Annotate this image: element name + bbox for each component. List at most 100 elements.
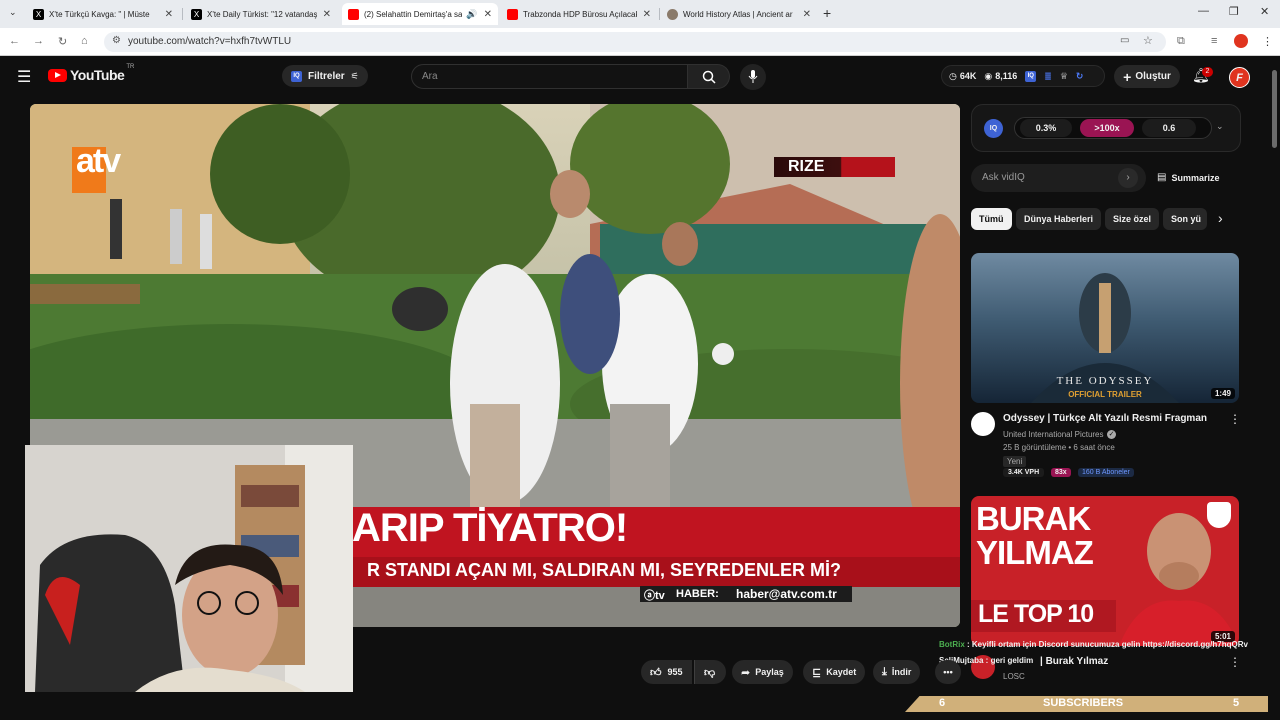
x-icon: X <box>33 8 44 20</box>
menu-dots-icon[interactable]: ⋮ <box>1262 35 1273 48</box>
news-headline: ARIP TİYATRO! <box>352 506 628 550</box>
recommendation-thumbnail[interactable]: THE ODYSSEY OFFICIAL TRAILER 1:49 <box>971 253 1239 403</box>
save-label: Kaydet <box>826 667 857 677</box>
news-brand: HABER: <box>676 588 719 600</box>
voice-search-button[interactable] <box>740 64 766 90</box>
more-options-icon[interactable]: ⋮ <box>1229 412 1241 426</box>
recommendation-title[interactable]: Odyssey | Türkçe Alt Yazılı Resmi Fragma… <box>1003 413 1223 424</box>
search-button[interactable] <box>688 64 730 89</box>
browser-tab-1[interactable]: X X'te Türkçü Kavga: " | Müste ✕ <box>27 3 179 25</box>
club-badge <box>1207 502 1231 528</box>
more-horizontal-icon: ••• <box>943 667 953 677</box>
browser-tab-2[interactable]: X X'te Daily Türkist: "12 vatandaş ✕ <box>185 3 337 25</box>
ask-vidiq-input[interactable]: Ask vidIQ › <box>971 164 1146 192</box>
browser-tab-4[interactable]: Trabzonda HDP Bürosu Açılacak ✕ <box>501 3 657 25</box>
filters-button[interactable]: IQ Filtreler ⚟ <box>282 65 368 87</box>
summarize-button[interactable]: ▤ Summarize <box>1157 172 1219 183</box>
trophy-icon[interactable]: ♕ <box>1060 71 1068 82</box>
dislike-button[interactable]: 👎︎ <box>694 660 726 684</box>
save-button[interactable]: ⊑ Kaydet <box>803 660 866 684</box>
recommendation-thumbnail[interactable]: BURAK YILMAZ LE TOP 10 5:01 <box>971 496 1239 646</box>
news-email: haber@atv.com.tr <box>736 587 837 601</box>
maximize-icon[interactable]: ❐ <box>1229 5 1239 18</box>
thumb-title: THE ODYSSEY <box>1056 375 1154 387</box>
reading-list-icon[interactable]: ≡ <box>1211 35 1217 47</box>
share-button[interactable]: ➦ Paylaş <box>732 660 793 684</box>
browser-tab-5[interactable]: World History Atlas | Ancient ar ✕ <box>661 3 817 25</box>
refresh-icon[interactable]: ↻ <box>1076 71 1084 82</box>
close-tab-icon[interactable]: ✕ <box>803 9 811 20</box>
close-tab-icon[interactable]: ✕ <box>643 9 651 20</box>
more-actions-button[interactable]: ••• <box>935 660 961 684</box>
recommendation-title[interactable]: | Burak Yılmaz <box>1040 656 1108 667</box>
subs-label: SUBSCRIBERS <box>1043 697 1124 709</box>
chip-recent[interactable]: Son yü <box>1163 208 1207 230</box>
youtube-icon <box>348 8 359 20</box>
chevron-down-icon[interactable]: ⌄ <box>1216 121 1224 132</box>
create-button[interactable]: + Oluştur <box>1114 65 1180 88</box>
more-options-icon[interactable]: ⋮ <box>1229 655 1241 669</box>
list-icon[interactable]: ≣ <box>1044 71 1052 82</box>
hamburger-menu-icon[interactable]: ☰ <box>17 67 31 87</box>
install-app-icon[interactable]: ▭ <box>1120 35 1129 46</box>
x-icon: X <box>191 8 202 20</box>
chips-next-icon[interactable]: › <box>1218 210 1223 226</box>
youtube-logo[interactable]: YouTube TR <box>48 64 134 83</box>
location-tag-text: RIZE <box>788 158 825 175</box>
new-tab-button[interactable]: + <box>823 5 831 21</box>
avatar[interactable]: F <box>1229 67 1250 88</box>
vidiq-badge[interactable]: IQ <box>984 119 1003 138</box>
create-label: Oluştur <box>1135 71 1171 82</box>
extensions-icon[interactable]: ⧉ <box>1177 35 1185 48</box>
channel-avatar[interactable] <box>971 412 995 436</box>
globe-icon <box>667 8 678 20</box>
close-window-icon[interactable]: ✕ <box>1260 5 1269 18</box>
bookmark-star-icon[interactable]: ☆ <box>1143 34 1153 47</box>
vidiq-icon[interactable]: IQ <box>1025 70 1037 82</box>
tab-title: X'te Türkçü Kavga: " | Müste <box>49 9 150 19</box>
forward-icon[interactable]: → <box>33 35 44 47</box>
address-bar[interactable]: ⚙ youtube.com/watch?v=hxfh7tvWTLU ▭ ☆ <box>104 32 1166 52</box>
vidiq-score-bar: IQ 0.3% >100x 0.6 ⌄ <box>971 104 1241 152</box>
thumb-caption: LE TOP 10 <box>978 600 1094 628</box>
chip-all[interactable]: Tümü <box>971 208 1012 230</box>
plus-icon: + <box>1123 68 1132 85</box>
chip-world-news[interactable]: Dünya Haberleri <box>1016 208 1102 230</box>
like-button[interactable]: 👍︎ 955 <box>641 660 692 684</box>
audio-playing-icon[interactable]: 🔊 <box>466 9 477 20</box>
home-icon[interactable]: ⌂ <box>81 35 88 47</box>
profile-icon[interactable] <box>1234 34 1248 48</box>
webcam-overlay <box>25 445 353 692</box>
bookmark-icon: ⊑ <box>812 666 822 679</box>
browser-tab-3[interactable]: (2) Selahattin Demirtaş'a sa 🔊 ✕ <box>342 3 498 25</box>
close-tab-icon[interactable]: ✕ <box>484 9 492 20</box>
eye-icon: ◉ <box>984 70 993 81</box>
subs-left-value: 6 <box>939 697 946 709</box>
minimize-icon[interactable]: — <box>1198 5 1209 17</box>
search-input[interactable]: Ara <box>411 64 688 89</box>
back-icon[interactable]: ← <box>9 35 20 47</box>
subs-right-value: 5 <box>1233 697 1240 709</box>
thumb-name-1: BURAK <box>976 500 1091 537</box>
tab-search-icon[interactable]: ⌄ <box>9 7 17 18</box>
new-badge: Yeni <box>1003 456 1027 467</box>
download-button[interactable]: ⤓ İndir <box>873 660 921 684</box>
site-info-icon[interactable]: ⚙ <box>112 35 121 46</box>
page-scrollbar[interactable] <box>1270 56 1280 688</box>
chevron-right-icon[interactable]: › <box>1118 168 1138 188</box>
tab-title: Trabzonda HDP Bürosu Açılacak <box>523 9 637 19</box>
chat-text: Keyifli ortam için Discord sunucumuza ge… <box>971 640 1248 649</box>
close-tab-icon[interactable]: ✕ <box>165 9 173 20</box>
tab-separator <box>659 8 660 20</box>
reload-icon[interactable]: ↻ <box>58 35 67 48</box>
thumbs-up-icon: 👍︎ <box>650 666 662 679</box>
channel-name[interactable]: LOSC <box>1003 672 1025 681</box>
news-subheadline: R STANDI AÇAN MI, SALDIRAN MI, SEYREDENL… <box>367 560 842 580</box>
channel-name[interactable]: United International Pictures <box>1003 430 1104 439</box>
scrollbar-thumb[interactable] <box>1272 70 1277 148</box>
chat-message: BotRix : Keyifli ortam için Discord sunu… <box>939 640 1248 649</box>
close-tab-icon[interactable]: ✕ <box>323 9 331 20</box>
vph-badge: 3.4K VPH <box>1003 468 1045 477</box>
url-text: youtube.com/watch?v=hxfh7tvWTLU <box>128 36 292 47</box>
chip-for-you[interactable]: Size özel <box>1105 208 1160 230</box>
